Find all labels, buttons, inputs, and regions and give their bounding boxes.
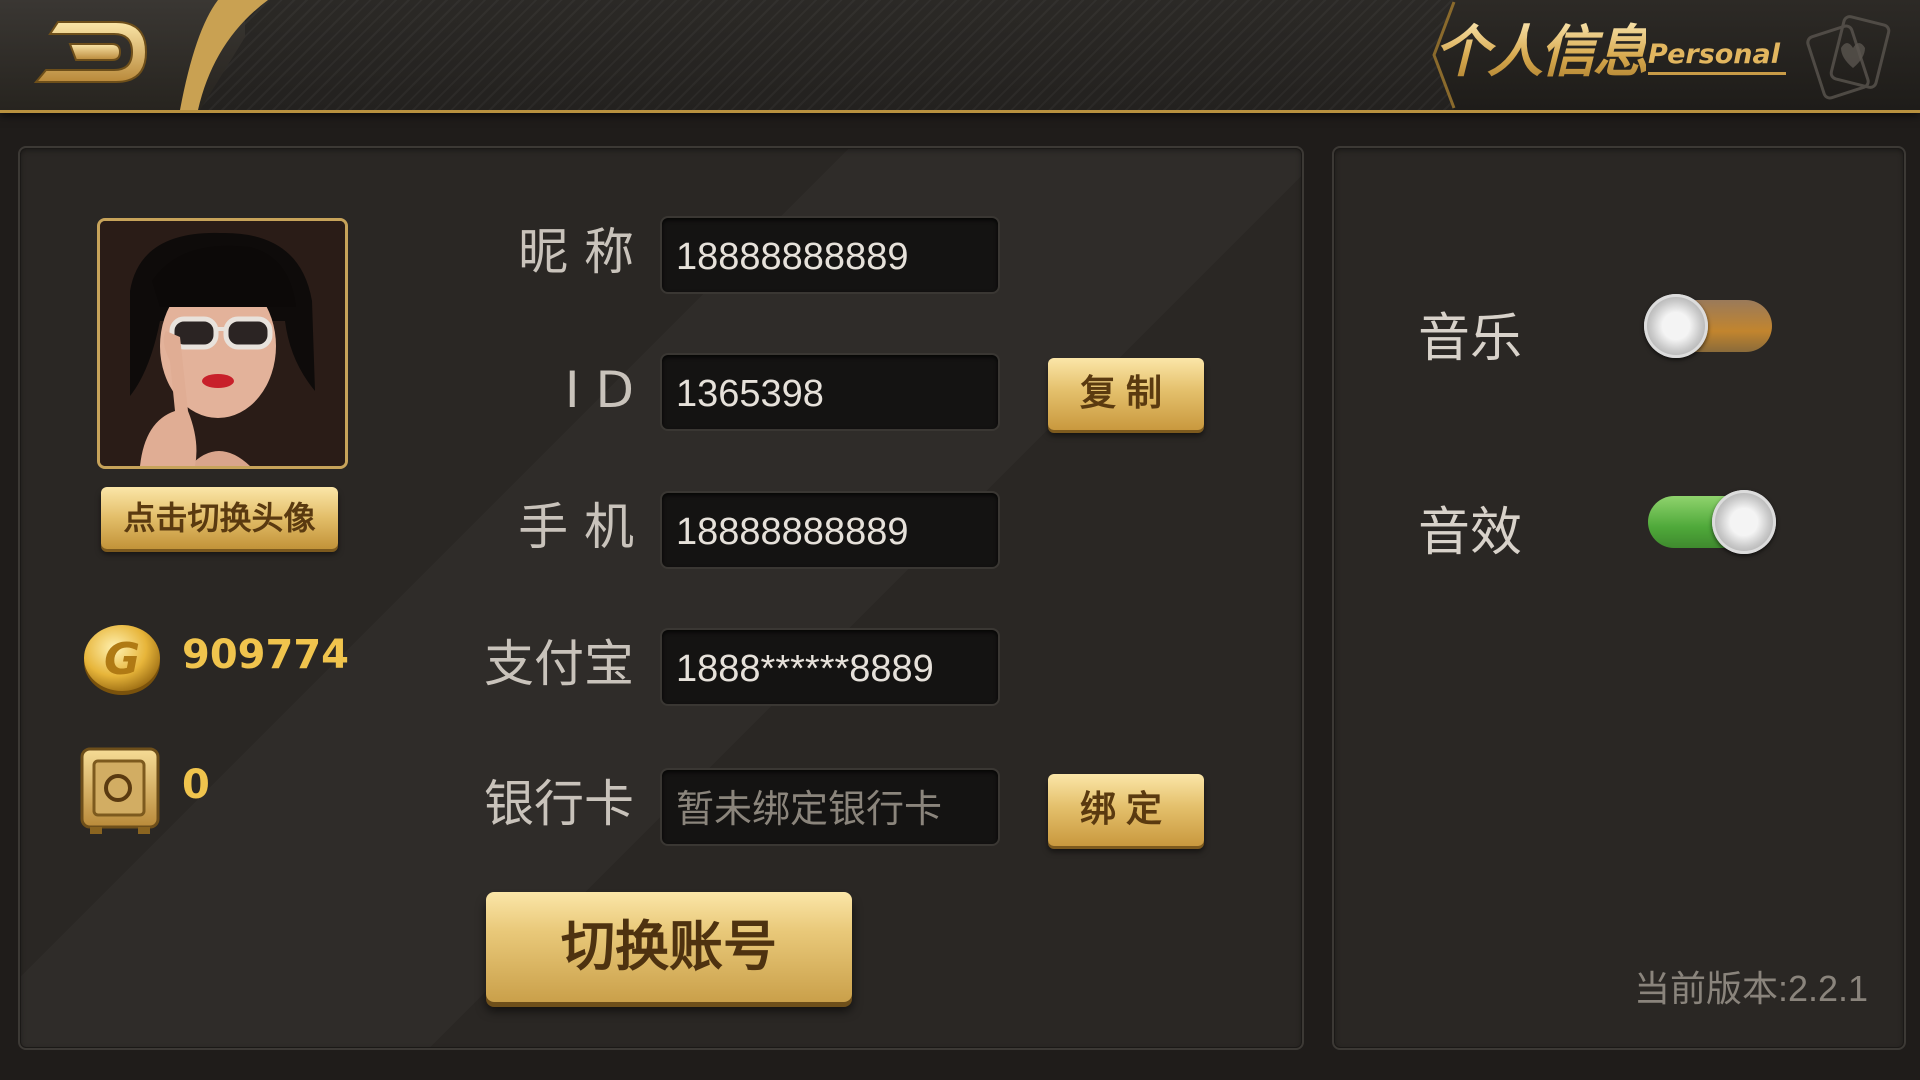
sound-effects-toggle-knob — [1712, 490, 1776, 554]
id-label: I D — [564, 361, 634, 419]
phone-field: 18888888889 — [660, 491, 1000, 569]
music-toggle-knob — [1644, 294, 1708, 358]
bank-card-field[interactable]: 暂未绑定银行卡 — [660, 768, 1000, 846]
page-title: 个人信息 — [1434, 18, 1649, 88]
top-bar: 个人信息 Personal — [0, 0, 1920, 113]
sound-effects-label: 音效 — [1418, 503, 1523, 563]
bind-bank-card-button[interactable]: 绑定 — [1048, 774, 1204, 846]
gold-balance: 909774 — [182, 632, 349, 678]
safe-box-balance: 0 — [182, 762, 210, 808]
page-subtitle: Personal — [1648, 38, 1787, 75]
alipay-label: 支付宝 — [484, 635, 634, 693]
id-field: 1365398 — [660, 353, 1000, 431]
gold-coin-icon: G — [84, 625, 160, 695]
bank-card-label: 银行卡 — [484, 775, 634, 833]
playing-cards-icon — [1806, 15, 1891, 100]
back-arrow-icon[interactable] — [24, 16, 154, 91]
music-label: 音乐 — [1418, 309, 1523, 369]
nickname-field: 18888888889 — [660, 216, 1000, 294]
version-text: 当前版本:2.2.1 — [1634, 968, 1869, 1009]
safe-box-icon — [80, 747, 160, 834]
phone-label: 手 机 — [518, 498, 634, 556]
sound-effects-toggle[interactable] — [1648, 490, 1776, 554]
avatar-portrait-image — [100, 221, 345, 466]
alipay-field: 1888******8889 — [660, 628, 1000, 706]
nickname-label: 昵 称 — [518, 223, 634, 281]
svg-text:G: G — [104, 634, 140, 685]
avatar[interactable] — [97, 218, 348, 469]
copy-id-button[interactable]: 复制 — [1048, 358, 1204, 430]
music-toggle[interactable] — [1644, 294, 1772, 358]
change-avatar-button[interactable]: 点击切换头像 — [101, 487, 338, 549]
switch-account-button[interactable]: 切换账号 — [486, 892, 852, 1002]
settings-panel — [1332, 146, 1906, 1050]
